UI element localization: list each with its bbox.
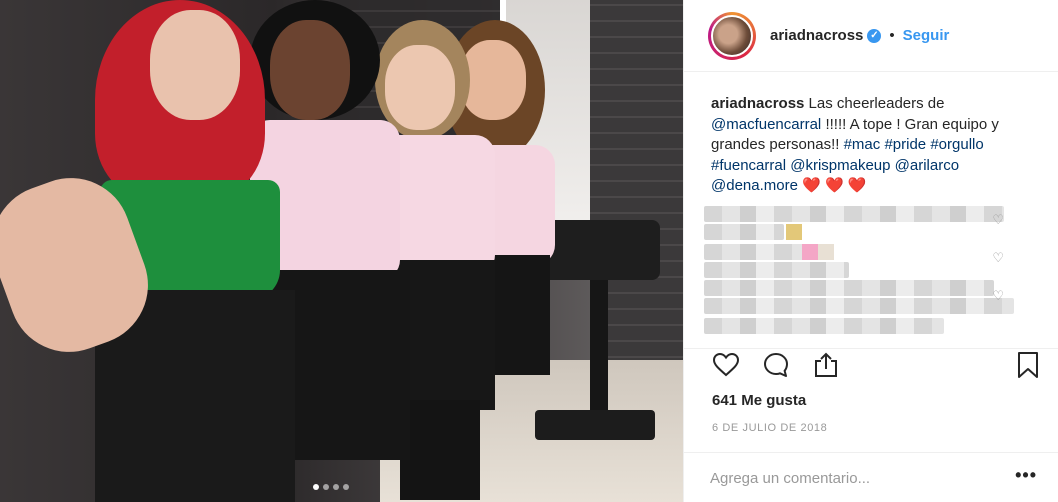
blurred-comment: [704, 280, 994, 296]
comment-input[interactable]: [710, 467, 1000, 489]
blurred-comment: [704, 244, 804, 260]
share-upload-icon: [815, 352, 837, 377]
pixel: [802, 244, 818, 260]
mention-link[interactable]: @dena.more: [711, 177, 798, 194]
comment-like-icon[interactable]: ♡: [992, 250, 1004, 266]
heart-outline-icon: [713, 353, 739, 377]
comments-list-blurred: ♡ ♡ ♡: [704, 200, 1022, 342]
comment-composer: •••: [684, 452, 1058, 502]
caption-username[interactable]: ariadnacross: [711, 95, 804, 112]
person-1: [0, 0, 300, 502]
carousel-dots: [313, 484, 349, 490]
instagram-post: ariadnacross ✓ • Seguir ariadnacross Las…: [0, 0, 1058, 502]
post-sidebar: ariadnacross ✓ • Seguir ariadnacross Las…: [683, 0, 1058, 502]
blurred-comment: [704, 262, 849, 278]
blurred-comment: [704, 318, 944, 334]
like-button[interactable]: [712, 351, 740, 379]
pixel: [786, 224, 802, 240]
mention-link[interactable]: @krispmakeup: [790, 157, 890, 174]
blurred-comment: [704, 224, 784, 240]
verified-badge-icon: ✓: [867, 28, 882, 43]
mention-link[interactable]: @macfuencarral: [711, 116, 821, 133]
carousel-dot[interactable]: [313, 484, 319, 490]
post-caption: ariadnacross Las cheerleaders de @macfue…: [711, 94, 1041, 197]
comment-bubble-icon: [764, 353, 788, 377]
save-button[interactable]: [1014, 351, 1042, 379]
comment-like-icon[interactable]: ♡: [992, 288, 1004, 304]
action-bar: [684, 348, 1058, 384]
bookmark-icon: [1018, 352, 1038, 378]
blurred-comment: [704, 206, 1004, 222]
share-button[interactable]: [812, 351, 840, 379]
post-date[interactable]: 6 DE JULIO DE 2018: [712, 422, 827, 434]
avatar-story-ring[interactable]: [708, 11, 756, 60]
post-photo[interactable]: [0, 0, 683, 502]
hashtag-link[interactable]: #mac: [844, 136, 881, 153]
pixel: [818, 244, 834, 260]
chair-leg: [590, 280, 608, 420]
avatar: [711, 14, 753, 57]
carousel-dot[interactable]: [343, 484, 349, 490]
red-heart-emoji: ❤️ ❤️ ❤️: [802, 177, 867, 194]
comment-button[interactable]: [762, 351, 790, 379]
blurred-comment: [704, 298, 1014, 314]
hashtag-link[interactable]: #fuencarral: [711, 157, 786, 174]
separator-dot: •: [889, 27, 895, 44]
more-options-icon[interactable]: •••: [1015, 465, 1037, 486]
carousel-dot[interactable]: [333, 484, 339, 490]
comment-like-icon[interactable]: ♡: [992, 212, 1004, 228]
username[interactable]: ariadnacross: [770, 27, 863, 44]
hashtag-link[interactable]: #orgullo: [930, 136, 983, 153]
like-count[interactable]: 641 Me gusta: [712, 392, 806, 409]
hashtag-link[interactable]: #pride: [884, 136, 926, 153]
caption-text: Las cheerleaders de: [804, 95, 945, 112]
post-header: ariadnacross ✓ • Seguir: [684, 0, 1058, 72]
follow-button[interactable]: Seguir: [903, 27, 950, 44]
mention-link[interactable]: @arilarco: [895, 157, 959, 174]
carousel-dot[interactable]: [323, 484, 329, 490]
